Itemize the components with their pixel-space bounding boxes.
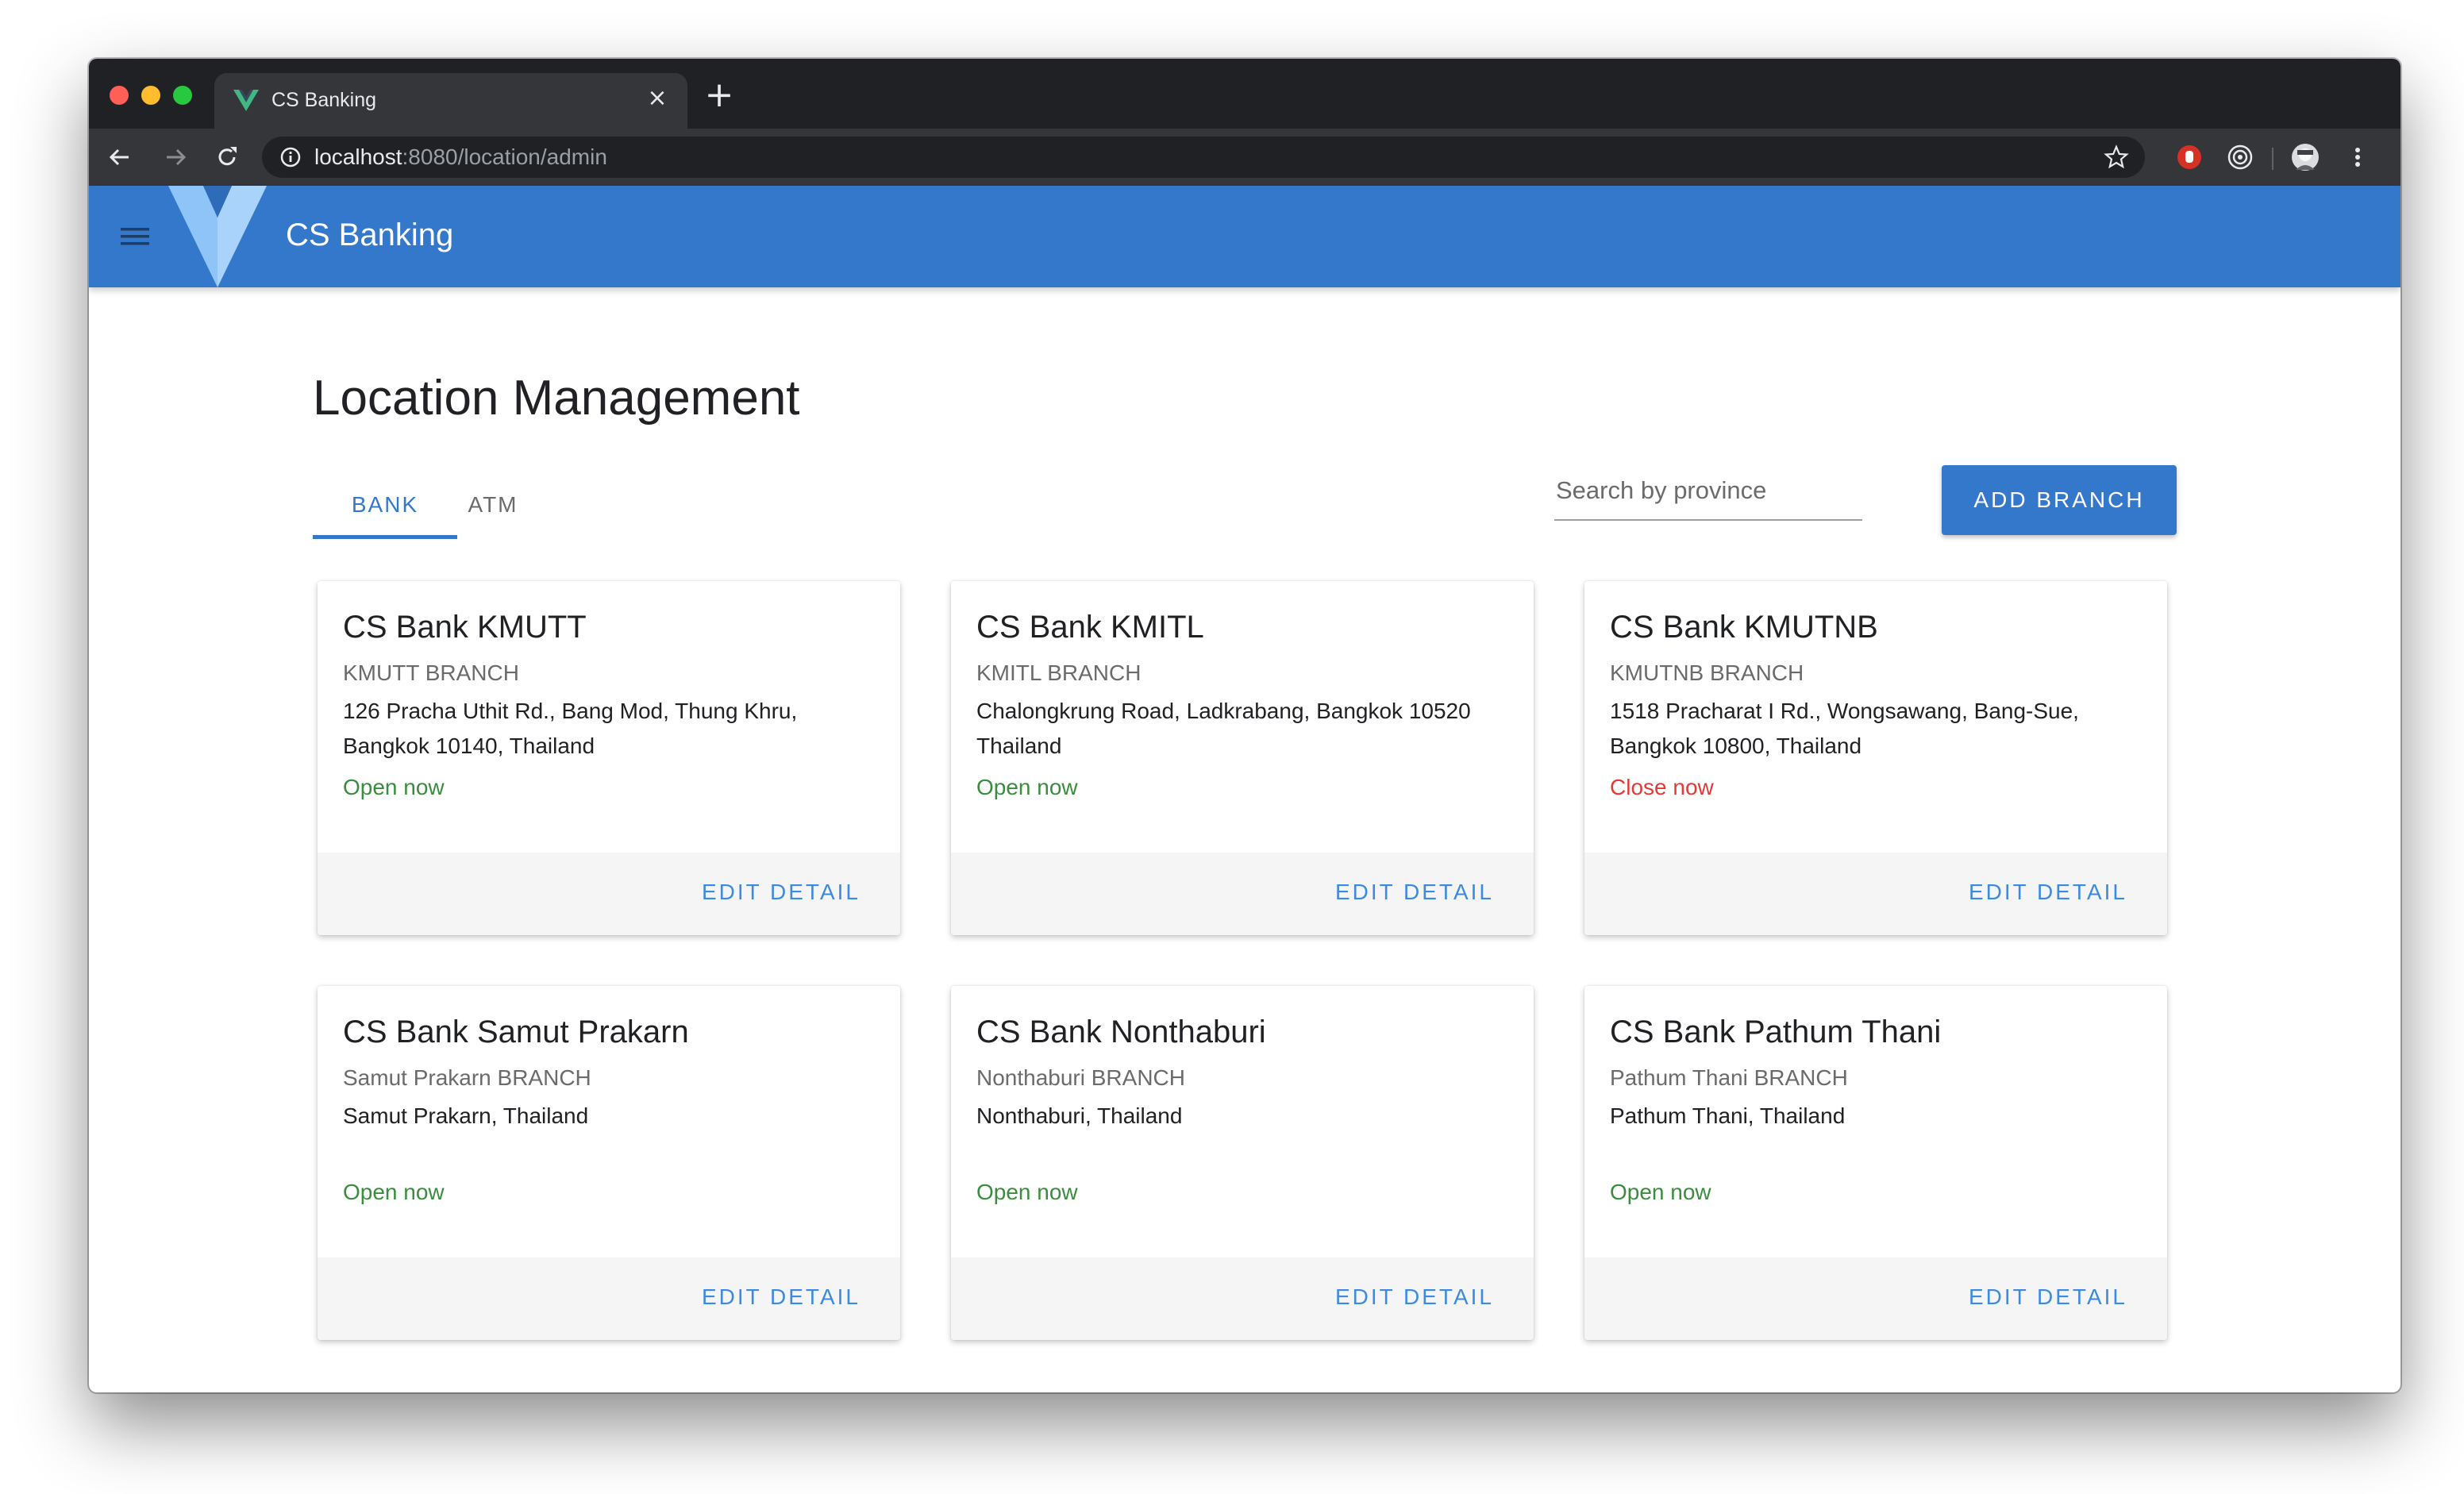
tab-atm[interactable]: ATM (457, 472, 529, 538)
branch-subtitle: Pathum Thani BRANCH (1610, 1065, 1848, 1090)
branch-card: CS Bank Nonthaburi Nonthaburi BRANCH Non… (951, 986, 1534, 1340)
edit-detail-button[interactable]: EDIT DETAIL (702, 880, 860, 905)
branch-subtitle: Samut Prakarn BRANCH (343, 1065, 591, 1090)
browser-window: CS Banking × + localhost:8080/location/a… (89, 59, 2400, 1392)
toolbar-separator (2272, 148, 2273, 170)
branch-address: Pathum Thani, Thailand (1610, 1099, 2142, 1134)
site-info-icon[interactable] (279, 146, 302, 168)
address-line: Bangkok 10140, Thailand (343, 734, 595, 758)
address-line: Thailand (976, 734, 1062, 758)
branch-name: CS Bank Nonthaburi (976, 1015, 1266, 1049)
address-line: Bangkok 10800, Thailand (1610, 734, 1862, 758)
browser-tab[interactable]: CS Banking × (214, 73, 687, 129)
address-line: Samut Prakarn, Thailand (343, 1103, 589, 1128)
branch-subtitle: KMITL BRANCH (976, 660, 1142, 685)
add-branch-button[interactable]: ADD BRANCH (1942, 465, 2177, 535)
edit-detail-button[interactable]: EDIT DETAIL (1969, 880, 2127, 905)
minimize-window-button[interactable] (141, 86, 160, 105)
branch-status: Open now (976, 1180, 1078, 1204)
location-tabs: BANK ATM (313, 472, 630, 539)
province-search-field (1554, 464, 1865, 521)
tab-close-icon[interactable]: × (643, 84, 672, 113)
extension-hand-icon[interactable] (2175, 143, 2204, 171)
branch-subtitle: KMUTT BRANCH (343, 660, 519, 685)
app-title: CS Banking (286, 218, 454, 252)
branch-card: CS Bank Pathum Thani Pathum Thani BRANCH… (1584, 986, 2167, 1340)
vuetify-logo-icon (168, 186, 267, 287)
branch-status: Open now (976, 775, 1078, 799)
close-window-button[interactable] (110, 86, 129, 105)
app-bar: CS Banking (89, 186, 2400, 287)
tab-title: CS Banking (271, 89, 377, 111)
card-actions: EDIT DETAIL (318, 1257, 900, 1340)
branch-name: CS Bank Samut Prakarn (343, 1015, 689, 1049)
bookmark-star-icon[interactable] (2104, 144, 2129, 170)
browser-toolbar: localhost:8080/location/admin (89, 129, 2400, 186)
url-path: :8080/location/admin (402, 144, 607, 169)
branch-card: CS Bank KMUTNB KMUTNB BRANCH 1518 Pracha… (1584, 581, 2167, 935)
branch-subtitle: Nonthaburi BRANCH (976, 1065, 1185, 1090)
address-line: 1518 Pracharat I Rd., Wongsawang, Bang-S… (1610, 699, 2079, 723)
branch-status: Open now (343, 1180, 445, 1204)
branch-name: CS Bank Pathum Thani (1610, 1015, 1942, 1049)
edit-detail-button[interactable]: EDIT DETAIL (702, 1284, 860, 1310)
address-line: 126 Pracha Uthit Rd., Bang Mod, Thung Kh… (343, 699, 798, 723)
edit-detail-button[interactable]: EDIT DETAIL (1335, 1284, 1494, 1310)
card-actions: EDIT DETAIL (318, 853, 900, 935)
branch-name: CS Bank KMUTT (343, 610, 587, 645)
vue-favicon-icon (233, 90, 259, 111)
url-host: localhost (314, 144, 402, 169)
back-arrow-icon[interactable] (105, 143, 133, 171)
branch-status: Open now (343, 775, 445, 799)
branch-name: CS Bank KMITL (976, 610, 1204, 645)
address-line: Nonthaburi, Thailand (976, 1103, 1183, 1128)
more-menu-icon[interactable] (2343, 143, 2372, 171)
url-text: localhost:8080/location/admin (314, 144, 607, 170)
card-actions: EDIT DETAIL (1584, 853, 2167, 935)
page-title: Location Management (313, 371, 800, 425)
maximize-window-button[interactable] (173, 86, 192, 105)
edit-detail-button[interactable]: EDIT DETAIL (1969, 1284, 2127, 1310)
card-actions: EDIT DETAIL (951, 1257, 1534, 1340)
address-line: Pathum Thani, Thailand (1610, 1103, 1846, 1128)
hamburger-menu-icon[interactable] (119, 221, 151, 252)
branch-address: Samut Prakarn, Thailand (343, 1099, 875, 1134)
branch-address: 1518 Pracharat I Rd., Wongsawang, Bang-S… (1610, 694, 2142, 764)
branch-status: Close now (1610, 775, 1714, 799)
branch-address: Chalongkrung Road, Ladkrabang, Bangkok 1… (976, 694, 1508, 764)
card-actions: EDIT DETAIL (951, 853, 1534, 935)
card-actions: EDIT DETAIL (1584, 1257, 2167, 1340)
edit-detail-button[interactable]: EDIT DETAIL (1335, 880, 1494, 905)
branch-card: CS Bank Samut Prakarn Samut Prakarn BRAN… (318, 986, 900, 1340)
forward-arrow-icon[interactable] (162, 143, 191, 171)
branch-name: CS Bank KMUTNB (1610, 610, 1878, 645)
branch-card: CS Bank KMUTT KMUTT BRANCH 126 Pracha Ut… (318, 581, 900, 935)
branch-address: 126 Pracha Uthit Rd., Bang Mod, Thung Kh… (343, 694, 875, 764)
branch-card: CS Bank KMITL KMITL BRANCH Chalongkrung … (951, 581, 1534, 935)
address-line: Chalongkrung Road, Ladkrabang, Bangkok 1… (976, 699, 1471, 723)
tab-bank[interactable]: BANK (313, 472, 457, 538)
reload-icon[interactable] (213, 143, 241, 171)
branch-address: Nonthaburi, Thailand (976, 1099, 1508, 1134)
address-bar[interactable]: localhost:8080/location/admin (262, 137, 2145, 178)
tab-strip: CS Banking × + (89, 59, 2400, 129)
profile-avatar-icon[interactable] (2291, 143, 2320, 171)
province-search-input[interactable] (1554, 464, 1865, 506)
branch-status: Open now (1610, 1180, 1711, 1204)
active-tab-indicator (313, 535, 457, 539)
new-tab-button[interactable]: + (703, 78, 735, 113)
extension-target-icon[interactable] (2226, 143, 2254, 171)
branch-subtitle: KMUTNB BRANCH (1610, 660, 1804, 685)
